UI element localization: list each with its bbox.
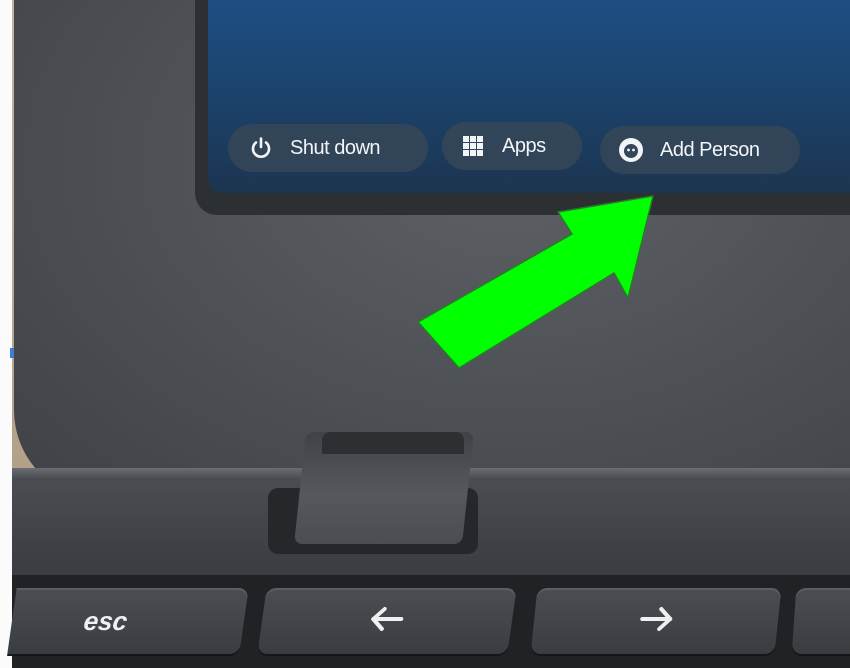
- power-icon: [248, 135, 274, 161]
- laptop-photo: Shut down Apps Add Person esc: [0, 0, 850, 668]
- shutdown-label: Shut down: [290, 136, 381, 159]
- shutdown-button[interactable]: Shut down: [228, 124, 428, 172]
- esc-key-label: esc: [81, 605, 130, 636]
- next-key[interactable]: [791, 588, 850, 654]
- apps-label: Apps: [502, 134, 546, 157]
- arrow-left-icon: [365, 606, 409, 637]
- esc-key[interactable]: esc: [7, 588, 249, 654]
- forward-key[interactable]: [530, 588, 782, 654]
- hinge-top: [322, 432, 464, 454]
- add-person-button[interactable]: Add Person: [600, 126, 800, 174]
- apps-button[interactable]: Apps: [442, 122, 582, 170]
- person-icon: [618, 137, 644, 163]
- back-key[interactable]: [257, 588, 517, 654]
- add-person-label: Add Person: [660, 138, 760, 161]
- page-edge: [0, 0, 12, 668]
- arrow-right-icon: [634, 606, 677, 637]
- grid-icon: [460, 133, 486, 159]
